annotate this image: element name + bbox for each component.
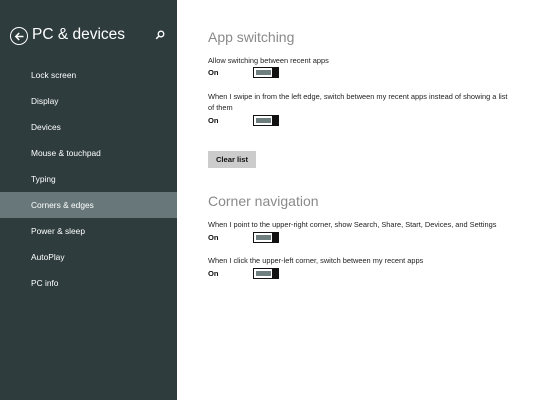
sidebar: PC & devices Lock screen Display Devices… xyxy=(0,0,177,400)
sidebar-item-power-sleep[interactable]: Power & sleep xyxy=(0,218,177,244)
swipe-left-setting: On xyxy=(208,114,288,128)
toggle-thumb[interactable] xyxy=(272,231,278,243)
swipe-left-toggle[interactable] xyxy=(253,114,279,126)
toggle-state-text: On xyxy=(208,116,219,125)
toggle-state-text: On xyxy=(208,68,219,77)
back-arrow-icon xyxy=(14,31,23,41)
toggle-thumb[interactable] xyxy=(272,114,278,126)
upper-left-corner-toggle[interactable] xyxy=(253,267,279,279)
sidebar-item-mouse-touchpad[interactable]: Mouse & touchpad xyxy=(0,140,177,166)
upper-left-corner-setting: On xyxy=(208,267,288,281)
toggle-track xyxy=(255,69,271,75)
back-button[interactable] xyxy=(10,27,28,45)
sidebar-header: PC & devices xyxy=(10,26,170,50)
toggle-state-text: On xyxy=(208,269,219,278)
toggle-thumb[interactable] xyxy=(272,267,278,279)
section-title-app-switching: App switching xyxy=(208,29,295,45)
sidebar-nav: Lock screen Display Devices Mouse & touc… xyxy=(0,62,177,296)
allow-switching-toggle[interactable] xyxy=(253,66,279,78)
upper-right-corner-label: When I point to the upper-right corner, … xyxy=(208,220,497,229)
upper-right-corner-toggle[interactable] xyxy=(253,231,279,243)
swipe-left-label: When I swipe in from the left edge, swit… xyxy=(208,92,508,112)
page-title: PC & devices xyxy=(32,26,126,43)
sidebar-item-corners-edges[interactable]: Corners & edges xyxy=(0,192,177,218)
allow-switching-setting: On xyxy=(208,66,288,80)
sidebar-item-display[interactable]: Display xyxy=(0,88,177,114)
sidebar-item-pc-info[interactable]: PC info xyxy=(0,270,177,296)
toggle-track xyxy=(255,117,271,123)
sidebar-item-autoplay[interactable]: AutoPlay xyxy=(0,244,177,270)
toggle-track xyxy=(255,270,271,276)
toggle-track xyxy=(255,234,271,240)
upper-left-corner-label: When I click the upper-left corner, swit… xyxy=(208,256,424,265)
search-button[interactable] xyxy=(153,28,167,42)
upper-right-corner-setting: On xyxy=(208,231,288,245)
search-icon xyxy=(155,30,165,40)
toggle-thumb[interactable] xyxy=(272,66,278,78)
toggle-state-text: On xyxy=(208,233,219,242)
section-title-corner-navigation: Corner navigation xyxy=(208,193,319,209)
sidebar-item-lock-screen[interactable]: Lock screen xyxy=(0,62,177,88)
clear-list-button[interactable]: Clear list xyxy=(208,151,256,168)
allow-switching-label: Allow switching between recent apps xyxy=(208,56,329,65)
sidebar-item-devices[interactable]: Devices xyxy=(0,114,177,140)
sidebar-item-typing[interactable]: Typing xyxy=(0,166,177,192)
